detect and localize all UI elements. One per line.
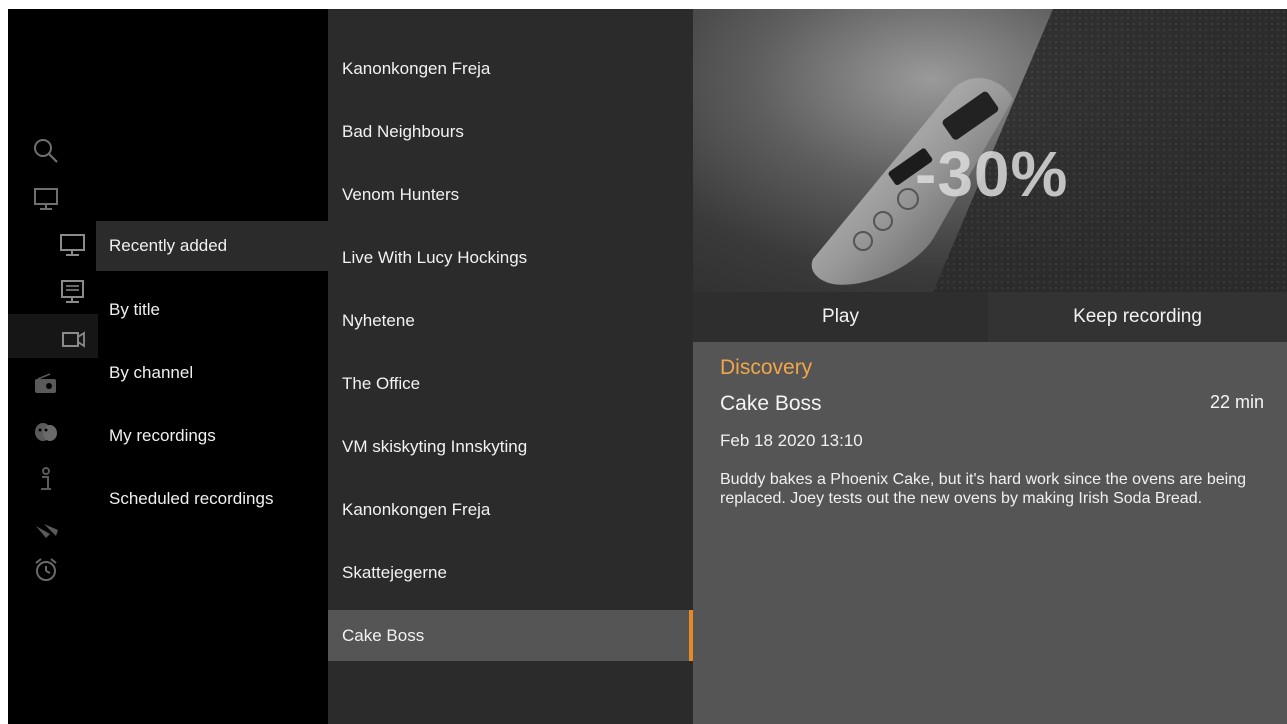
list-item[interactable]: Kanonkongen Freja bbox=[328, 43, 693, 94]
monitor-guide-icon[interactable] bbox=[58, 278, 88, 306]
alarm-clock-icon[interactable] bbox=[32, 556, 60, 584]
promo-discount-text: -30% bbox=[915, 138, 1069, 210]
list-item[interactable]: Bad Neighbours bbox=[328, 106, 693, 157]
list-item[interactable]: Venom Hunters bbox=[328, 169, 693, 220]
channel-name: Discovery bbox=[720, 356, 813, 379]
keep-recording-button[interactable]: Keep recording bbox=[988, 292, 1287, 342]
play-button[interactable]: Play bbox=[693, 292, 988, 342]
program-datetime: Feb 18 2020 13:10 bbox=[720, 431, 863, 450]
search-icon[interactable] bbox=[32, 137, 60, 165]
info-icon[interactable] bbox=[32, 465, 60, 493]
submenu-item-by-title[interactable]: By title bbox=[96, 285, 328, 335]
detail-panel: -30% Play Keep recording Discovery Cake … bbox=[693, 9, 1287, 724]
submenu-item-by-channel[interactable]: By channel bbox=[96, 348, 328, 398]
promo-image: -30% bbox=[693, 9, 1287, 292]
recordings-submenu: Recently added By title By channel My re… bbox=[96, 9, 328, 724]
radio-icon[interactable] bbox=[32, 371, 60, 399]
video-camera-icon[interactable] bbox=[58, 326, 88, 354]
submenu-item-recently-added[interactable]: Recently added bbox=[96, 221, 328, 271]
action-bar: Play Keep recording bbox=[693, 292, 1287, 342]
program-title: Cake Boss bbox=[720, 392, 822, 415]
program-duration: 22 min bbox=[1209, 392, 1264, 412]
submenu-item-scheduled-recordings[interactable]: Scheduled recordings bbox=[96, 474, 328, 524]
program-list: Kanonkongen Freja Bad Neighbours Venom H… bbox=[328, 9, 693, 724]
list-item[interactable]: Skattejegerne bbox=[328, 547, 693, 598]
list-item[interactable]: VM skiskyting Innskyting bbox=[328, 421, 693, 472]
tv-icon[interactable] bbox=[32, 185, 60, 213]
satellite-dish-icon[interactable] bbox=[32, 514, 60, 542]
theater-masks-icon[interactable] bbox=[32, 419, 60, 447]
list-item[interactable]: Kanonkongen Freja bbox=[328, 484, 693, 535]
program-description: Buddy bakes a Phoenix Cake, but it's har… bbox=[720, 471, 1247, 507]
list-item-selected[interactable]: Cake Boss bbox=[328, 610, 693, 661]
list-item[interactable]: The Office bbox=[328, 358, 693, 409]
tv-outline-icon[interactable] bbox=[58, 231, 88, 259]
list-item[interactable]: Nyhetene bbox=[328, 295, 693, 346]
app-frame: Recently added By title By channel My re… bbox=[8, 9, 1287, 724]
submenu-item-my-recordings[interactable]: My recordings bbox=[96, 411, 328, 461]
list-item[interactable]: Live With Lucy Hockings bbox=[328, 232, 693, 283]
